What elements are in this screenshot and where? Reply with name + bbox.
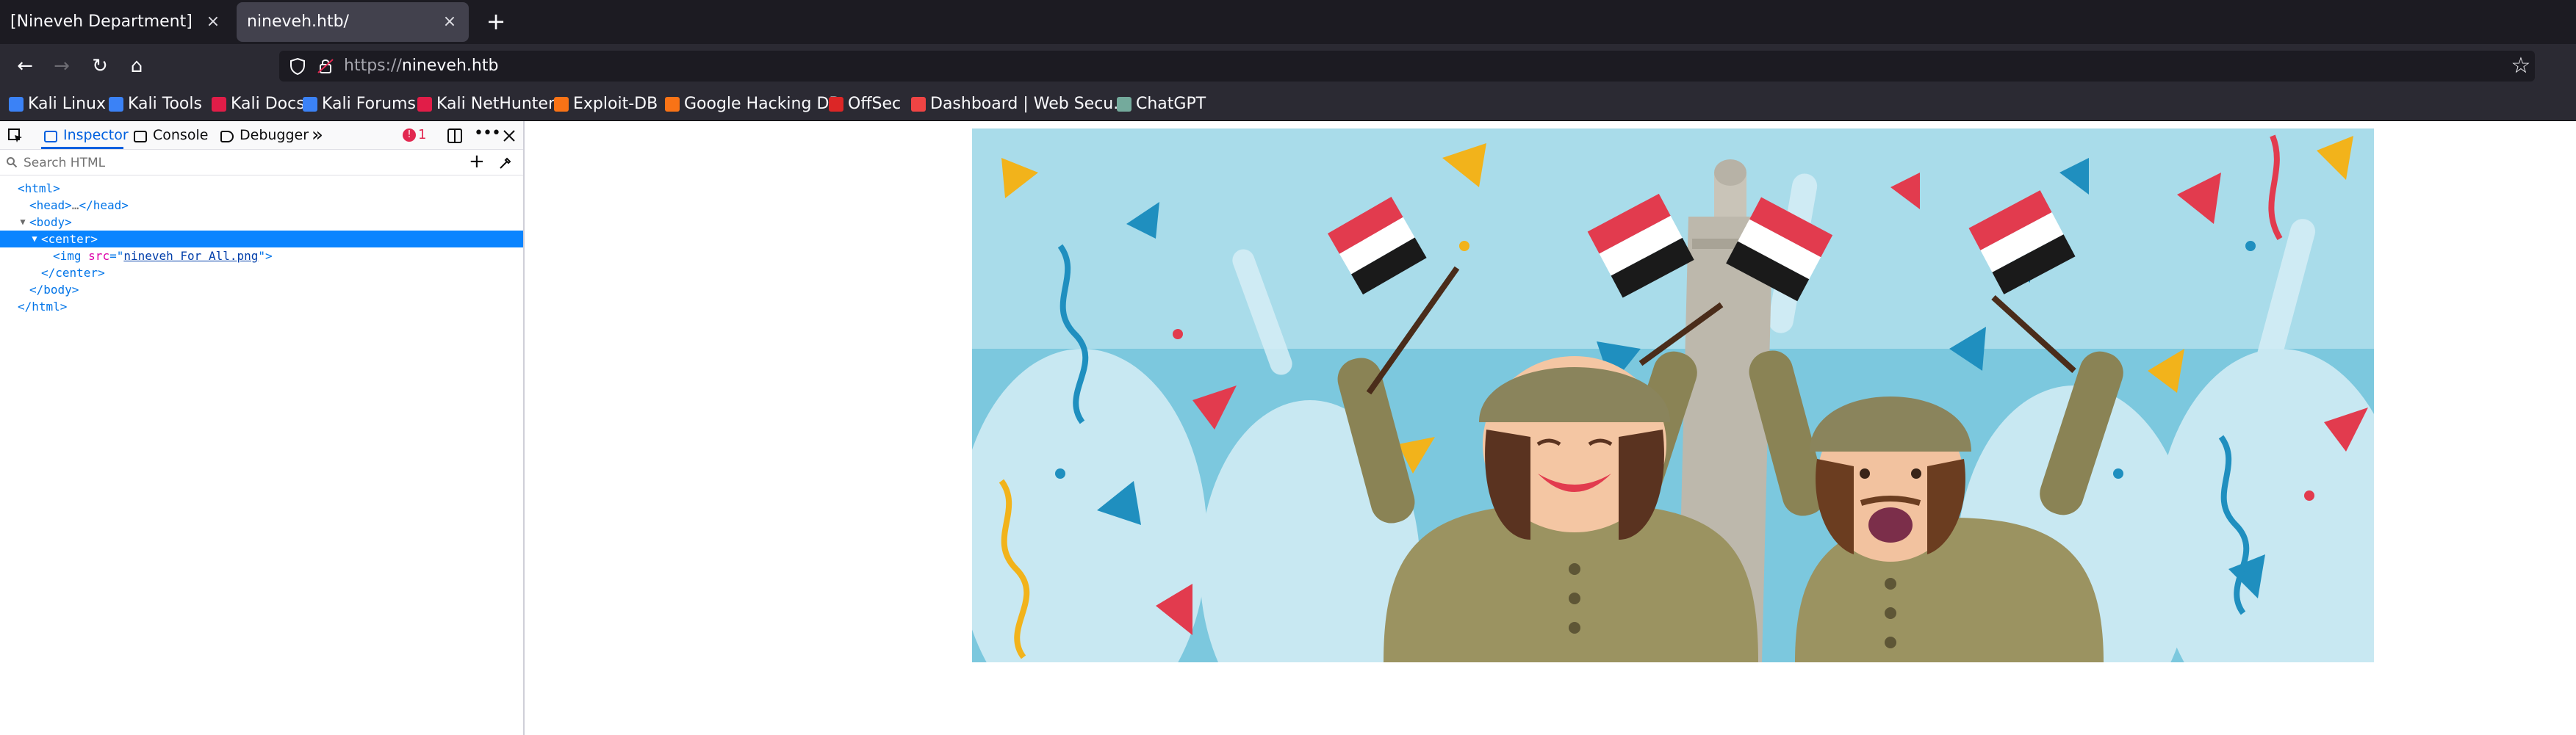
reload-button[interactable]: ↻	[85, 53, 115, 79]
address-bar[interactable]: https://nineveh.htb	[279, 51, 2535, 82]
bookmark-label: Kali Tools	[128, 95, 202, 113]
bookmark-favicon-icon	[303, 97, 317, 112]
more-tools-button[interactable]: »	[312, 121, 323, 149]
markup-node-img[interactable]: <img src="nineveh For All.png">	[0, 247, 523, 264]
bookmark-label: Kali Docs	[231, 95, 305, 113]
bookmark-favicon-icon	[1117, 97, 1132, 112]
nineveh-celebration-image	[972, 128, 2374, 662]
bookmark-kali-linux[interactable]: Kali Linux	[9, 88, 106, 120]
bookmark-favicon-icon	[911, 97, 926, 112]
url-text[interactable]: https://nineveh.htb	[344, 51, 498, 82]
url-host: nineveh.htb	[401, 57, 499, 75]
back-button[interactable]: ←	[10, 53, 40, 79]
markup-node-head[interactable]: <head>…</head>	[0, 197, 523, 214]
debugger-icon	[220, 131, 234, 142]
bookmark-offsec[interactable]: OffSec	[829, 88, 901, 120]
tab-console[interactable]: Console	[134, 121, 208, 149]
bookmark-favicon-icon	[554, 97, 569, 112]
devtools-toolbar: Inspector Console Debugger » ! 1 •••	[0, 121, 523, 150]
eyedropper-icon[interactable]	[498, 156, 513, 170]
bookmark-google-hacking-db[interactable]: Google Hacking DB	[665, 88, 840, 120]
dock-side-icon[interactable]	[447, 128, 463, 144]
devtools-panel: Inspector Console Debugger » ! 1 ••• +	[0, 121, 525, 735]
bookmark-favicon-icon	[212, 97, 226, 112]
tab-inspector[interactable]: Inspector	[41, 121, 129, 149]
bookmark-star-icon[interactable]: ☆	[2508, 54, 2534, 80]
markup-node-html[interactable]: <html>	[0, 180, 523, 197]
bookmark-label: Dashboard | Web Secu...	[930, 95, 1129, 113]
tab-label: nineveh.htb/	[247, 12, 349, 31]
markup-node-html-close[interactable]: </html>	[0, 298, 523, 315]
bookmark-favicon-icon	[417, 97, 432, 112]
tab-nineveh-htb[interactable]: nineveh.htb/ ×	[237, 2, 469, 42]
bookmark-kali-docs[interactable]: Kali Docs	[212, 88, 305, 120]
bookmarks-toolbar: Kali Linux Kali Tools Kali Docs Kali Forums…	[0, 88, 2576, 121]
tab-label: [Nineveh Department]	[10, 12, 193, 31]
url-scheme: https://	[344, 57, 402, 75]
lock-icon[interactable]	[316, 57, 335, 76]
bookmark-favicon-icon	[665, 97, 680, 112]
tab-close-icon[interactable]: ×	[439, 2, 460, 42]
bookmark-label: ChatGPT	[1136, 95, 1206, 113]
markup-search-bar: +	[0, 150, 523, 175]
img-src-link[interactable]: nineveh For All.png	[123, 249, 258, 263]
bookmark-label: Kali Forums	[322, 95, 416, 113]
bookmark-label: Exploit-DB	[573, 95, 658, 113]
bookmark-favicon-icon	[9, 97, 24, 112]
home-button[interactable]: ⌂	[122, 53, 151, 79]
tab-strip: [Nineveh Department] × nineveh.htb/ × +	[0, 0, 2576, 44]
bookmark-kali-forums[interactable]: Kali Forums	[303, 88, 416, 120]
tracking-protection-shield-icon[interactable]	[288, 57, 307, 76]
markup-view: <html> <head>…</head> ▼ <body> ▼ <center…	[0, 180, 523, 315]
bookmark-kali-tools[interactable]: Kali Tools	[109, 88, 202, 120]
bookmark-label: Kali Linux	[28, 95, 107, 113]
markup-node-center-close[interactable]: </center>	[0, 264, 523, 281]
expand-toggle-icon[interactable]: ▼	[18, 214, 28, 231]
new-tab-button[interactable]: +	[479, 0, 513, 44]
console-icon	[134, 131, 147, 142]
error-count[interactable]: 1	[418, 121, 426, 149]
bookmark-chatgpt[interactable]: ChatGPT	[1117, 88, 1206, 120]
bookmark-label: Kali NetHunter	[436, 95, 555, 113]
bookmark-label: Google Hacking DB	[684, 95, 841, 113]
markup-node-center-selected[interactable]: ▼ <center>	[0, 231, 523, 247]
bookmark-favicon-icon	[829, 97, 843, 112]
add-node-button[interactable]: +	[469, 150, 485, 173]
bookmark-kali-nethunter[interactable]: Kali NetHunter	[417, 88, 555, 120]
page-content	[525, 121, 2576, 735]
bookmark-dashboard-web-secu[interactable]: Dashboard | Web Secu...	[911, 88, 1129, 120]
search-icon	[7, 157, 18, 168]
markup-node-body[interactable]: ▼ <body>	[0, 214, 523, 231]
bookmark-label: OffSec	[848, 95, 902, 113]
bookmark-exploit-db[interactable]: Exploit-DB	[554, 88, 658, 120]
tab-close-icon[interactable]: ×	[203, 2, 223, 42]
error-icon[interactable]: !	[403, 128, 416, 142]
close-devtools-icon[interactable]	[502, 128, 517, 143]
element-picker-icon[interactable]	[7, 128, 24, 144]
devtools-menu-icon[interactable]: •••	[474, 121, 501, 146]
expand-toggle-icon[interactable]: ▼	[29, 231, 40, 247]
bookmark-favicon-icon	[109, 97, 123, 112]
forward-button[interactable]: →	[47, 53, 76, 79]
tab-debugger[interactable]: Debugger	[220, 121, 309, 149]
search-html-input[interactable]	[22, 153, 466, 173]
tab-nineveh-department[interactable]: [Nineveh Department] ×	[0, 2, 232, 42]
inspector-icon	[44, 131, 57, 142]
markup-node-body-close[interactable]: </body>	[0, 281, 523, 298]
